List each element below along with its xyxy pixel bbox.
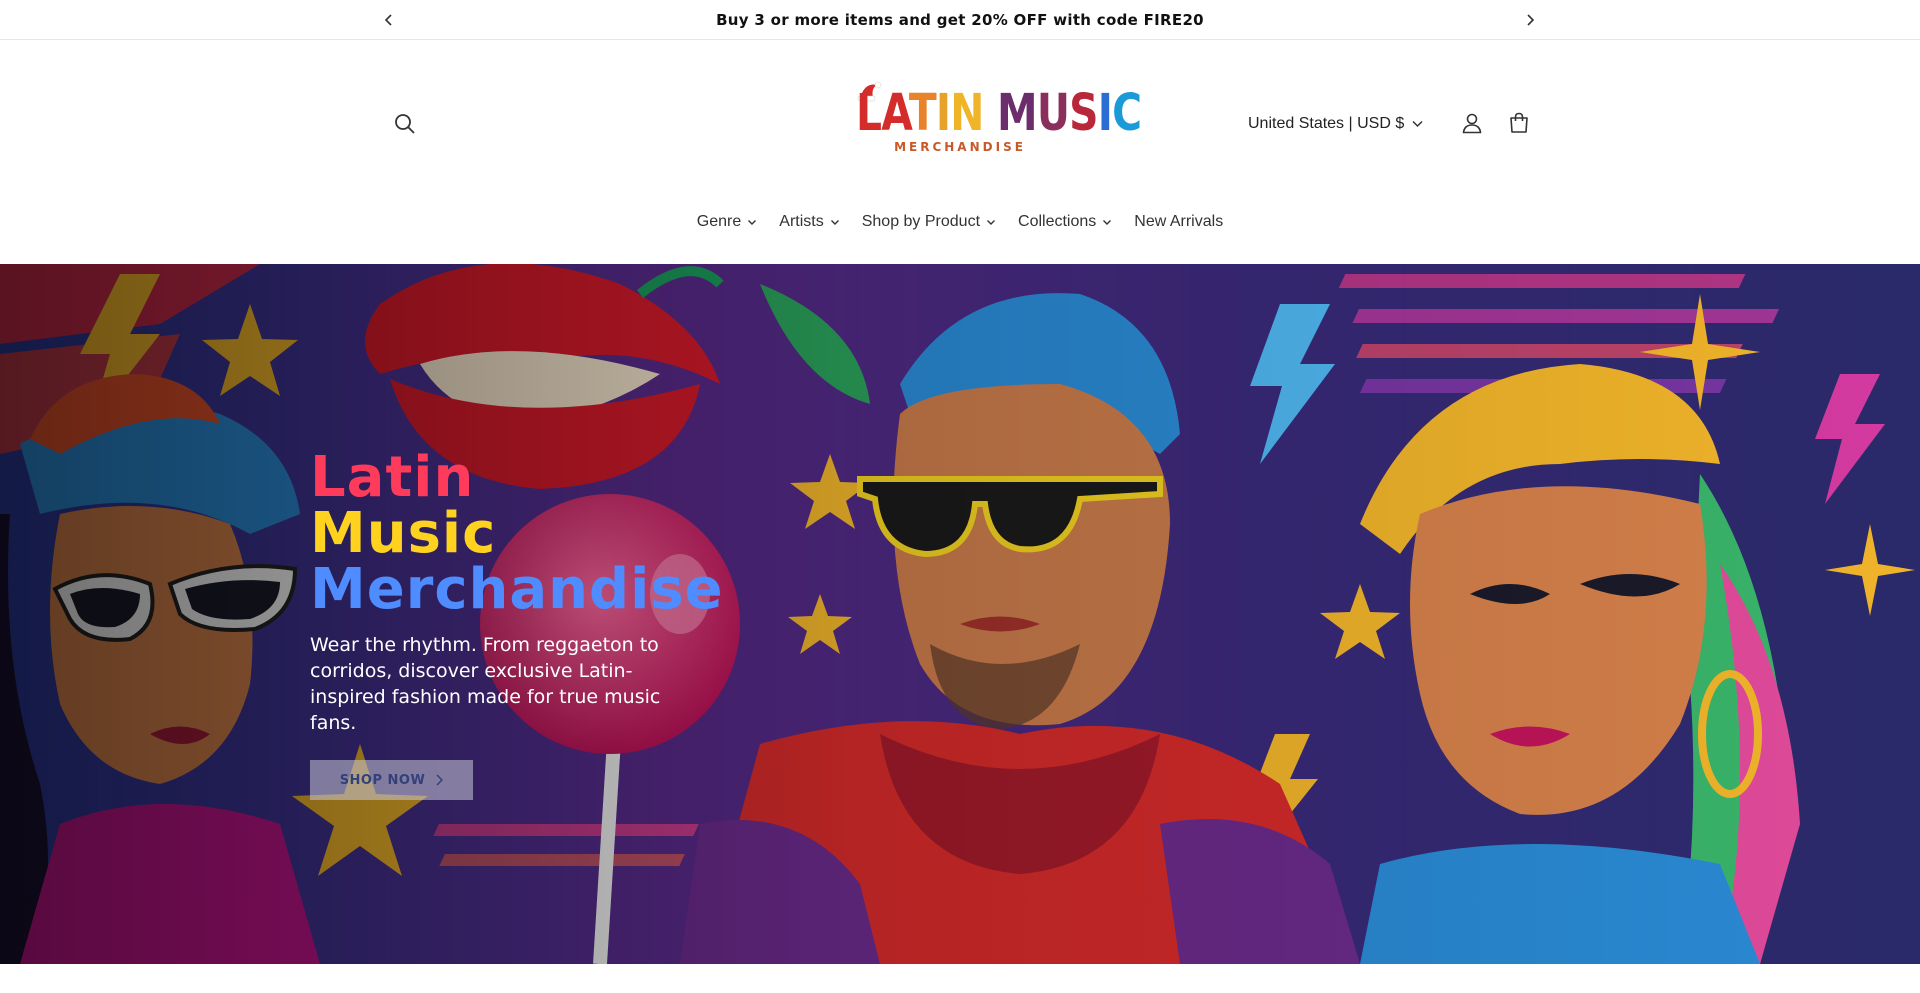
hero-illustration (0, 264, 1920, 964)
search-icon (395, 114, 415, 134)
announcement-bar: Buy 3 or more items and get 20% OFF with… (0, 0, 1920, 40)
chevron-down-icon (1412, 120, 1423, 128)
hero-subtitle: Wear the rhythm. From reggaeton to corri… (310, 634, 661, 734)
announcement-text: Buy 3 or more items and get 20% OFF with… (716, 10, 1204, 29)
logo-letter: A (881, 84, 909, 143)
logo-letter: U (1036, 84, 1070, 143)
search-button[interactable] (390, 109, 420, 139)
chevron-down-icon (1103, 220, 1112, 225)
hero-title: Latin Music Merchandise (310, 450, 730, 618)
logo-letter: C (1112, 84, 1142, 143)
chevron-down-icon (748, 220, 757, 225)
country-currency-selector[interactable]: United States | USD $ (1248, 111, 1423, 137)
logo-letter: M (997, 84, 1038, 143)
announcement-prev-button[interactable] (377, 8, 401, 32)
hero-title-line-3: Merchandise (310, 557, 724, 622)
country-currency-label: United States | USD $ (1248, 115, 1405, 132)
logo-letter: I (1097, 84, 1113, 143)
main-navigation: Genre Artists Shop by Product Collection… (0, 207, 1920, 237)
chevron-left-icon (384, 14, 392, 26)
logo-letter (984, 84, 997, 143)
nav-item-label: Shop by Product (861, 213, 981, 230)
announcement-next-button[interactable] (1518, 8, 1542, 32)
nav-item-new-arrivals[interactable]: New Arrivals (1123, 207, 1234, 237)
hero-title-line-2: Music (310, 501, 497, 566)
account-button[interactable] (1456, 107, 1488, 139)
logo-letter: I (935, 84, 951, 143)
nav-item-label: Collections (1018, 213, 1097, 230)
site-logo[interactable]: LATIN MUSIC MERCHANDISE (830, 81, 1142, 166)
user-icon (1462, 113, 1482, 134)
nav-item-genre[interactable]: Genre (686, 207, 768, 237)
hero-content: Latin Music Merchandise Wear the rhythm.… (310, 450, 730, 800)
cart-button[interactable] (1503, 107, 1535, 139)
cart-icon (1510, 112, 1528, 133)
logo-wordmark: LATIN MUSIC (856, 84, 1142, 143)
nav-item-shop-by-product[interactable]: Shop by Product (851, 207, 1007, 237)
nav-item-label: New Arrivals (1134, 213, 1224, 230)
shop-now-button[interactable]: SHOP NOW (310, 760, 473, 800)
hero-title-line-1: Latin (310, 445, 475, 510)
chevron-down-icon (987, 220, 996, 225)
chevron-right-icon (1527, 14, 1535, 26)
logo-letter: T (908, 84, 937, 143)
nav-item-collections[interactable]: Collections (1007, 207, 1123, 237)
logo-letter: N (950, 84, 984, 143)
logo-letter: L (856, 84, 882, 143)
chevron-down-icon (830, 220, 839, 225)
hero-banner: Latin Music Merchandise Wear the rhythm.… (0, 264, 1920, 964)
chevron-right-icon (436, 774, 444, 786)
nav-item-label: Artists (779, 213, 824, 230)
nav-item-label: Genre (696, 213, 742, 230)
site-header: LATIN MUSIC MERCHANDISE United States | … (0, 41, 1920, 263)
shop-now-label: SHOP NOW (339, 772, 426, 788)
logo-letter: S (1069, 84, 1098, 143)
nav-item-artists[interactable]: Artists (768, 207, 850, 237)
